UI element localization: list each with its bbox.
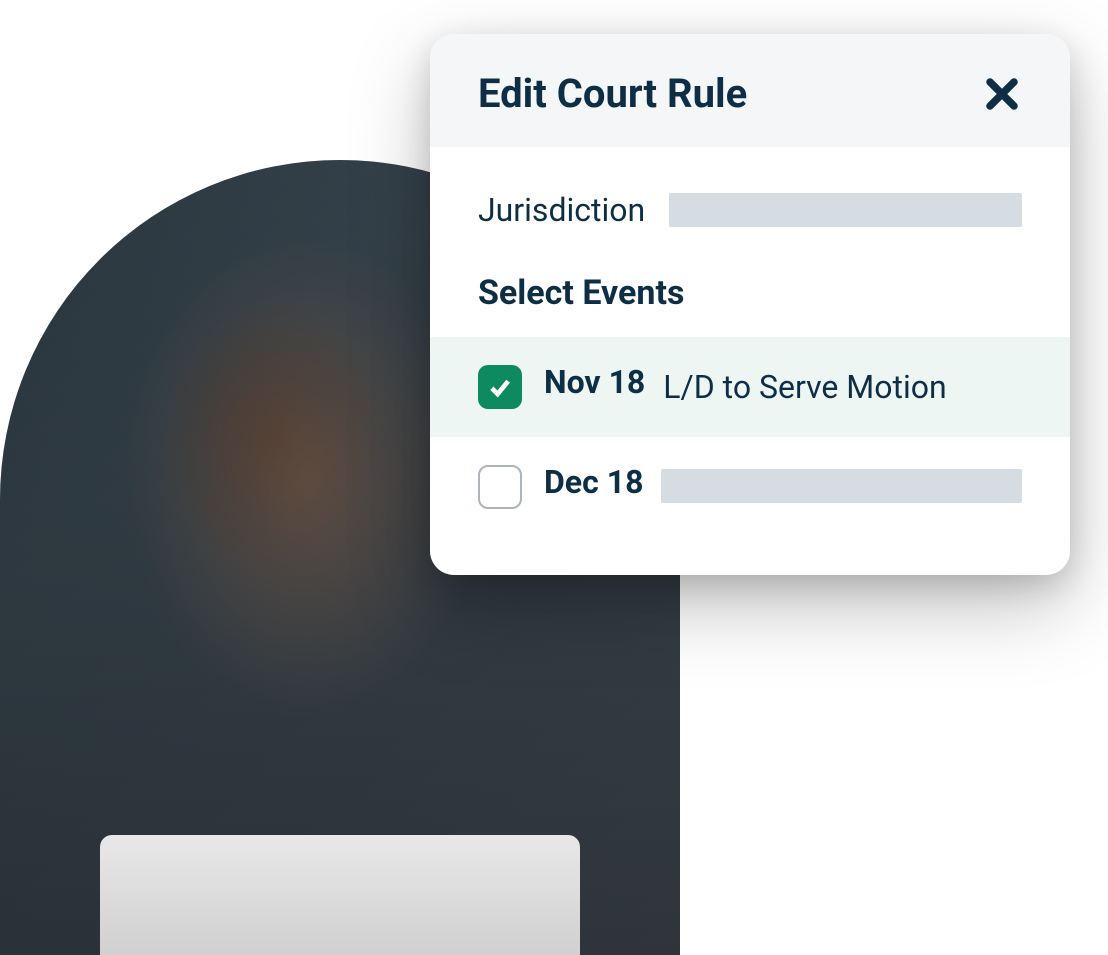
jurisdiction-label: Jurisdiction [478, 191, 645, 229]
event-content: Nov 18 L/D to Serve Motion [544, 363, 1022, 411]
close-icon [984, 76, 1020, 112]
checkmark-icon [486, 373, 514, 401]
event-checkbox[interactable] [478, 365, 522, 409]
event-date: Nov 18 [544, 363, 645, 401]
edit-court-rule-modal: Edit Court Rule Jurisdiction Select Even… [430, 34, 1070, 575]
event-date: Dec 18 [544, 463, 643, 501]
modal-header: Edit Court Rule [430, 34, 1070, 147]
event-row[interactable]: Dec 18 [430, 437, 1070, 535]
event-checkbox[interactable] [478, 465, 522, 509]
event-description-placeholder [661, 469, 1022, 503]
jurisdiction-input[interactable] [669, 193, 1022, 227]
select-events-heading: Select Events [430, 253, 1070, 337]
laptop-visual [100, 835, 580, 955]
jurisdiction-field: Jurisdiction [430, 167, 1070, 253]
event-row[interactable]: Nov 18 L/D to Serve Motion [430, 337, 1070, 437]
event-description: L/D to Serve Motion [663, 363, 946, 411]
close-button[interactable] [982, 74, 1022, 114]
event-content: Dec 18 [544, 463, 1022, 503]
modal-body: Jurisdiction Select Events Nov 18 L/D to… [430, 147, 1070, 575]
modal-title: Edit Court Rule [478, 70, 747, 117]
